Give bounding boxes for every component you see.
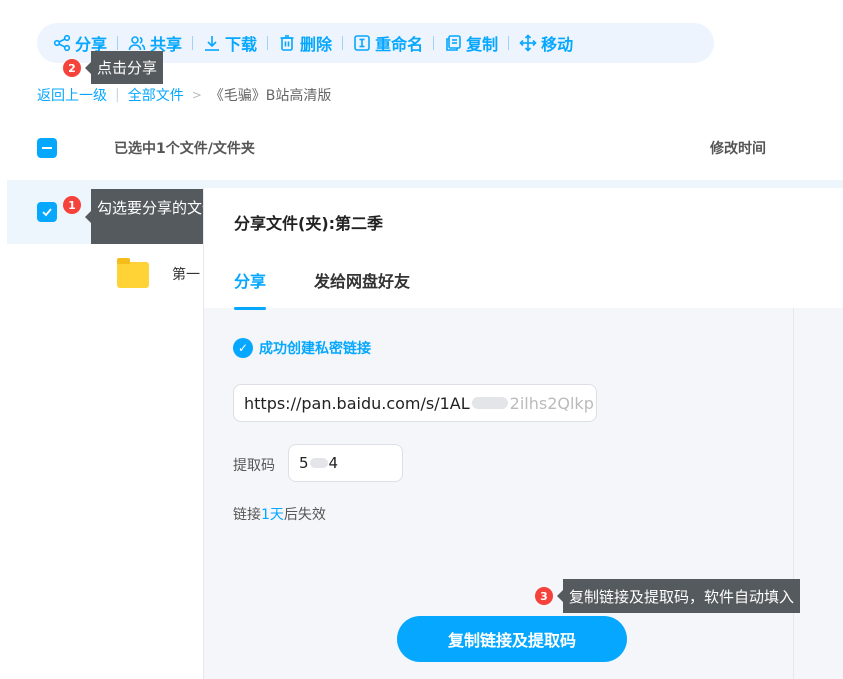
redacted-blur <box>309 458 328 468</box>
step-1-badge: 1 <box>63 196 81 214</box>
success-message: ✓ 成功创建私密链接 <box>233 338 371 358</box>
share-icon <box>53 34 71 52</box>
file-name[interactable]: 第一 <box>172 264 200 284</box>
move-button[interactable]: 移动 <box>509 23 583 63</box>
check-icon <box>42 208 52 217</box>
copy-link-and-code-button[interactable]: 复制链接及提取码 <box>397 616 627 662</box>
copy-icon <box>446 35 461 51</box>
delete-button[interactable]: 删除 <box>268 23 342 63</box>
extract-code-tail: 4 <box>328 454 339 472</box>
share-link-tail: 2ilhs2Qlkp <box>509 393 594 413</box>
extract-code-field[interactable]: 5 4 <box>288 444 403 482</box>
expire-suffix: 后失效 <box>283 507 326 523</box>
copy-label: 复制 <box>466 35 499 54</box>
step-3-tooltip: 复制链接及提取码，软件自动填入 <box>556 579 801 613</box>
panel-right-strip <box>793 308 843 679</box>
select-all-checkbox[interactable] <box>37 138 57 158</box>
folder-icon <box>117 258 149 288</box>
breadcrumb-current: 《毛骗》B站高清版 <box>209 88 332 104</box>
share-link-text: https://pan.baidu.com/s/1AL <box>244 393 470 413</box>
row-checkbox[interactable] <box>37 202 57 222</box>
expire-text: 链接1天后失效 <box>233 504 326 524</box>
share-tabs: 分享 发给网盘好友 <box>234 268 410 310</box>
move-label: 移动 <box>541 35 574 54</box>
breadcrumb: 返回上一级 | 全部文件 > 《毛骗》B站高清版 <box>37 85 331 105</box>
tab-send-to-friend[interactable]: 发给网盘好友 <box>314 268 410 292</box>
step-3-badge: 3 <box>535 587 553 605</box>
share-link-field[interactable]: https://pan.baidu.com/s/1AL 2ilhs2Qlkp <box>233 384 597 422</box>
delete-label: 删除 <box>300 35 333 54</box>
minus-icon <box>42 147 52 149</box>
trash-icon <box>280 35 294 51</box>
download-icon <box>205 36 220 51</box>
step-2-tooltip: 点击分享 <box>84 51 164 84</box>
chevron-right-icon: > <box>191 88 202 102</box>
share-dialog-header: 分享文件(夹):第二季 分享 发给网盘好友 <box>204 188 843 310</box>
expire-prefix: 链接 <box>233 507 261 523</box>
tab-share[interactable]: 分享 <box>234 268 267 310</box>
rename-icon <box>354 35 370 51</box>
download-button[interactable]: 下载 <box>193 23 267 63</box>
extract-code-text: 5 <box>299 454 309 472</box>
success-check-icon: ✓ <box>233 338 253 358</box>
redacted-blur <box>471 397 508 409</box>
back-link[interactable]: 返回上一级 <box>37 85 107 105</box>
all-files-link[interactable]: 全部文件 <box>128 85 184 105</box>
breadcrumb-divider: | <box>115 87 120 103</box>
step-2-badge: 2 <box>63 59 81 77</box>
extract-code-label: 提取码 <box>233 458 275 474</box>
success-text: 成功创建私密链接 <box>259 341 371 357</box>
selected-count-text: 已选中1个文件/文件夹 <box>114 141 255 157</box>
users-icon <box>128 36 146 51</box>
rename-label: 重命名 <box>375 35 424 54</box>
share-dialog-title: 分享文件(夹):第二季 <box>234 214 384 233</box>
copy-button[interactable]: 复制 <box>434 23 508 63</box>
download-label: 下载 <box>225 35 258 54</box>
expire-days[interactable]: 1天 <box>261 507 284 523</box>
column-header-modified[interactable]: 修改时间 <box>710 138 766 158</box>
move-icon <box>519 34 537 52</box>
file-table-header: 已选中1个文件/文件夹 修改时间 <box>37 128 843 168</box>
rename-button[interactable]: 重命名 <box>343 23 433 63</box>
